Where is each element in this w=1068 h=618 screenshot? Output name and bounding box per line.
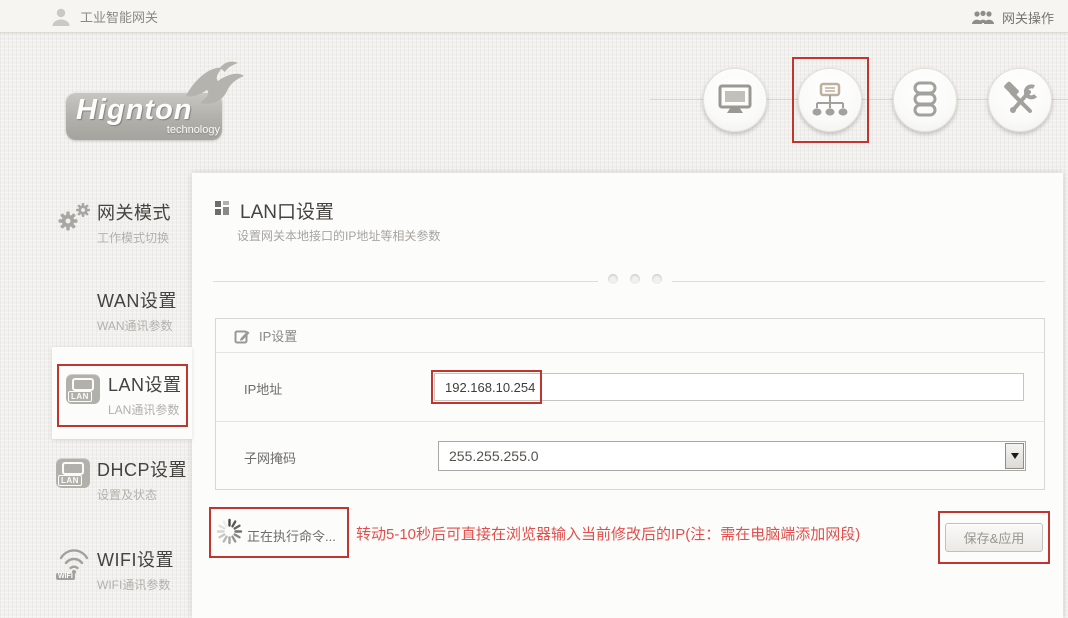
tools-icon — [1000, 80, 1040, 120]
sidebar-item-title: 网关模式 — [97, 199, 197, 225]
ip-address-label: IP地址 — [244, 379, 282, 398]
loading-status-text: 正在执行命令... — [247, 526, 336, 545]
edit-icon — [234, 328, 250, 344]
sidebar-item-title: LAN设置 — [108, 371, 198, 397]
sidebar-item-lan-active-card[interactable]: LAN LAN设置 LAN通讯参数 — [52, 347, 192, 439]
ip-settings-title: IP设置 — [259, 326, 297, 345]
sidebar-item-gateway-mode[interactable]: 网关模式 工作模式切换 — [52, 199, 192, 251]
chevron-down-icon — [1011, 453, 1019, 459]
nav-data-button[interactable] — [893, 68, 957, 132]
app-title: 工业智能网关 — [80, 7, 158, 26]
sidebar-item-title: WAN设置 — [97, 287, 197, 313]
wifi-icon: WIFI — [56, 548, 92, 580]
monitor-icon — [715, 82, 755, 118]
page-title: LAN口设置 — [240, 197, 334, 224]
nav-tools-button[interactable] — [988, 68, 1052, 132]
carousel-dots — [598, 274, 672, 284]
subnet-mask-dropdown-button[interactable] — [1005, 443, 1024, 469]
subnet-mask-label: 子网掩码 — [244, 448, 296, 467]
gateway-config-screen: 工业智能网关 网关操作 Hignton technology — [0, 0, 1068, 618]
logo-tagline-text: technology — [130, 124, 220, 136]
sidebar-item-title: WIFI设置 — [97, 546, 197, 572]
carousel-dot[interactable] — [630, 274, 640, 284]
logo-brand-text: Hignton — [76, 94, 216, 127]
sidebar-item-subtitle: LAN通讯参数 — [108, 401, 198, 418]
sidebar-item-wan[interactable]: WAN设置 WAN通讯参数 — [52, 287, 192, 339]
carousel-dot[interactable] — [652, 274, 662, 284]
ip-settings-header: IP设置 — [216, 319, 1044, 353]
network-topology-icon — [808, 81, 852, 119]
sidebar-item-wifi[interactable]: WIFI WIFI设置 WIFI通讯参数 — [52, 546, 192, 598]
ip-address-row: IP地址 — [216, 353, 1044, 421]
nav-network-button[interactable] — [798, 68, 862, 132]
page-header: LAN口设置 — [215, 197, 334, 224]
nav-status-button[interactable] — [703, 68, 767, 132]
subnet-mask-value: 255.255.255.0 — [449, 448, 539, 464]
gears-icon — [56, 201, 92, 233]
server-stack-icon — [907, 80, 943, 120]
lan-port-icon: LAN — [56, 458, 90, 488]
carousel-dot[interactable] — [608, 274, 618, 284]
sidebar-item-title: DHCP设置 — [97, 456, 197, 482]
topbar: 工业智能网关 网关操作 — [0, 0, 1068, 33]
grid-icon — [215, 201, 230, 216]
ip-settings-panel: IP设置 IP地址 子网掩码 255.255.255.0 — [215, 318, 1045, 490]
users-icon — [971, 10, 995, 25]
brand-logo: Hignton technology — [52, 58, 252, 153]
ip-address-input[interactable] — [434, 373, 1024, 401]
page-subtitle: 设置网关本地接口的IP地址等相关参数 — [237, 227, 440, 244]
user-icon — [50, 7, 72, 26]
subnet-mask-row: 子网掩码 255.255.255.0 — [216, 421, 1044, 489]
topbar-left: 工业智能网关 — [50, 7, 158, 26]
save-apply-button[interactable]: 保存&应用 — [945, 523, 1043, 552]
sidebar-item-subtitle: WAN通讯参数 — [97, 317, 197, 334]
lan-port-icon: LAN — [66, 374, 100, 404]
subnet-mask-select[interactable]: 255.255.255.0 — [438, 441, 1026, 471]
sidebar-item-subtitle: 设置及状态 — [97, 486, 197, 503]
sidebar-item-dhcp[interactable]: LAN DHCP设置 设置及状态 — [52, 456, 192, 508]
gateway-actions-menu[interactable]: 网关操作 — [971, 8, 1054, 27]
loading-spinner-icon — [216, 518, 243, 545]
sidebar-item-subtitle: 工作模式切换 — [97, 229, 197, 246]
notice-text: 转动5-10秒后可直接在浏览器输入当前修改后的IP(注：需在电脑端添加网段) — [356, 523, 860, 544]
sidebar-item-subtitle: WIFI通讯参数 — [97, 576, 197, 593]
gateway-actions-label: 网关操作 — [1002, 8, 1054, 27]
